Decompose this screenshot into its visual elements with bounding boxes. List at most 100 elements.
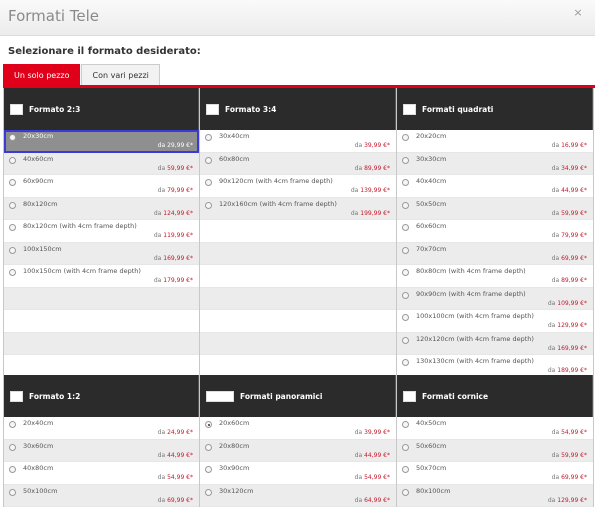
format-option[interactable]: 50x70cm da 69,99 €* xyxy=(397,462,593,485)
price-amount: 69,99 €* xyxy=(561,474,587,481)
radio-button[interactable] xyxy=(9,269,16,276)
radio-button[interactable] xyxy=(402,443,409,451)
format-option[interactable]: 100x150cm da 169,99 €* xyxy=(4,242,199,265)
price-prefix: da xyxy=(153,232,162,239)
format-option[interactable]: 120x160cm (with 4cm frame depth) da 199,9… xyxy=(200,197,396,220)
format-option[interactable]: 90x90cm (with 4cm frame depth) da 109,99 … xyxy=(397,287,593,310)
format-option[interactable]: 30x40cm da 39,99 €* xyxy=(200,130,396,153)
price-amount: 16,99 €* xyxy=(561,142,587,149)
format-option[interactable]: 20x80cm da 44,99 €* xyxy=(200,439,396,462)
format-option-price: da 124,99 €* xyxy=(154,210,193,217)
format-option[interactable]: 40x80cm da 54,99 €* xyxy=(4,462,199,485)
radio-button[interactable] xyxy=(9,488,16,496)
format-option-price: da 44,99 €* xyxy=(158,452,193,459)
radio-button[interactable] xyxy=(402,224,409,231)
format-option[interactable]: 20x20cm da 16,99 €* xyxy=(397,130,593,153)
format-option-label: 30x40cm xyxy=(219,132,250,140)
format-option[interactable]: 120x120cm (with 4cm frame depth) da 169,9… xyxy=(397,332,593,355)
tab-single-piece[interactable]: Un solo pezzo xyxy=(3,64,81,86)
format-option[interactable]: 20x40cm da 24,99 €* xyxy=(4,417,199,440)
format-option[interactable]: 50x50cm da 59,99 €* xyxy=(397,197,593,220)
format-option[interactable]: 70x70cm da 69,99 €* xyxy=(397,242,593,265)
price-amount: 169,99 €* xyxy=(163,254,193,262)
radio-button[interactable] xyxy=(205,179,212,186)
format-column-header: Formato 3:4 xyxy=(200,88,396,130)
format-option[interactable]: 80x80cm (with 4cm frame depth) da 89,99 €… xyxy=(397,265,593,288)
radio-button[interactable] xyxy=(402,314,409,321)
price-amount: 169,99 €* xyxy=(557,344,587,352)
radio-button[interactable] xyxy=(402,336,409,344)
radio-button[interactable] xyxy=(205,421,212,428)
dialog-title: Formati Tele xyxy=(8,7,100,25)
format-option[interactable]: 100x100cm (with 4cm frame depth) da 129,9… xyxy=(397,310,593,333)
price-prefix: da xyxy=(157,451,166,459)
format-option[interactable]: 80x120cm da 124,99 €* xyxy=(4,197,199,220)
radio-button[interactable] xyxy=(9,246,16,254)
format-option-price: da 199,99 €* xyxy=(351,210,390,217)
format-option[interactable]: 100x150cm (with 4cm frame depth) da 179,9… xyxy=(4,265,199,288)
radio-button[interactable] xyxy=(205,488,212,496)
format-option[interactable]: 30x90cm da 54,99 €* xyxy=(200,462,396,485)
format-option[interactable]: 50x100cm da 69,99 €* xyxy=(4,484,199,507)
radio-button[interactable] xyxy=(402,466,409,473)
radio-button[interactable] xyxy=(205,466,212,473)
radio-button[interactable] xyxy=(9,179,16,186)
format-column-title: Formati quadrati xyxy=(422,104,494,114)
format-option[interactable]: 40x60cm da 59,99 €* xyxy=(4,152,199,175)
radio-button[interactable] xyxy=(9,443,16,451)
format-option-price: da 54,99 €* xyxy=(158,474,193,481)
format-column-header: Formati quadrati xyxy=(397,88,593,130)
format-option[interactable]: 30x60cm da 44,99 €* xyxy=(4,439,199,462)
format-option-label: 120x160cm (with 4cm frame depth) xyxy=(219,199,337,208)
price-prefix: da xyxy=(354,474,363,481)
radio-button[interactable] xyxy=(9,134,16,141)
format-preview-icon xyxy=(403,103,416,115)
radio-button[interactable] xyxy=(9,224,16,231)
radio-button[interactable] xyxy=(9,201,16,209)
price-prefix: da xyxy=(157,164,166,172)
close-icon[interactable]: × xyxy=(571,6,585,20)
radio-button[interactable] xyxy=(402,488,409,496)
format-option-price: da 54,99 €* xyxy=(552,429,587,436)
radio-button[interactable] xyxy=(205,443,212,451)
price-amount: 54,99 €* xyxy=(167,474,193,481)
format-option-price: da 79,99 €* xyxy=(552,232,587,239)
format-option[interactable]: 60x80cm da 89,99 €* xyxy=(200,152,396,175)
empty-row xyxy=(200,332,396,355)
radio-button[interactable] xyxy=(9,156,16,164)
radio-button[interactable] xyxy=(402,269,409,276)
format-option-price: da 39,99 €* xyxy=(355,142,390,149)
radio-button[interactable] xyxy=(402,421,409,428)
format-option[interactable]: 80x120cm (with 4cm frame depth) da 119,99… xyxy=(4,220,199,243)
price-amount: 39,99 €* xyxy=(364,429,390,436)
radio-button[interactable] xyxy=(402,359,409,366)
format-option[interactable]: 60x60cm da 79,99 €* xyxy=(397,220,593,243)
format-option-label: 40x80cm xyxy=(23,464,54,472)
radio-button[interactable] xyxy=(402,246,409,254)
price-amount: 29,99 €* xyxy=(167,142,193,149)
format-option[interactable]: 80x100cm da 129,99 €* xyxy=(397,484,593,507)
format-option[interactable]: 40x50cm da 54,99 €* xyxy=(397,417,593,440)
format-option[interactable]: 20x60cm da 39,99 €* xyxy=(200,417,396,440)
format-option[interactable]: 90x120cm (with 4cm frame depth) da 139,99… xyxy=(200,175,396,198)
radio-button[interactable] xyxy=(205,201,212,209)
format-option[interactable]: 60x90cm da 79,99 €* xyxy=(4,175,199,198)
format-option[interactable]: 30x120cm da 64,99 €* xyxy=(200,484,396,507)
radio-button[interactable] xyxy=(205,156,212,164)
radio-button[interactable] xyxy=(402,156,409,164)
radio-button[interactable] xyxy=(9,466,16,473)
format-option[interactable]: 20x30cm da 29,99 €* xyxy=(4,130,199,153)
radio-button[interactable] xyxy=(402,179,409,186)
format-option-label: 50x60cm xyxy=(416,441,447,450)
radio-button[interactable] xyxy=(402,134,409,141)
format-option[interactable]: 40x40cm da 44,99 €* xyxy=(397,175,593,198)
tab-multi-piece[interactable]: Con vari pezzi xyxy=(81,64,160,86)
radio-button[interactable] xyxy=(9,421,16,428)
format-option[interactable]: 30x30cm da 34,99 €* xyxy=(397,152,593,175)
radio-button[interactable] xyxy=(402,201,409,209)
price-amount: 79,99 €* xyxy=(167,187,193,194)
format-option-price: da 169,99 €* xyxy=(548,345,587,352)
radio-button[interactable] xyxy=(205,134,212,141)
radio-button[interactable] xyxy=(402,291,409,299)
format-option[interactable]: 50x60cm da 59,99 €* xyxy=(397,439,593,462)
